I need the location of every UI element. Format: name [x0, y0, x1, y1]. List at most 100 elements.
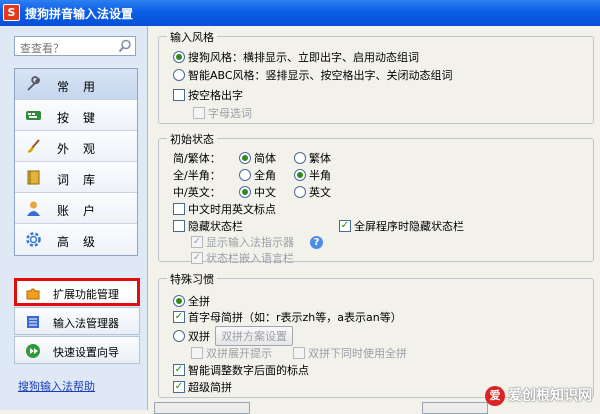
info-icon[interactable]: ? — [310, 235, 323, 249]
option-label: 全角 — [254, 169, 276, 182]
checkbox-embed-language-bar[interactable]: ✓ — [191, 252, 203, 264]
tool-label: 扩展功能管理 — [53, 288, 119, 301]
option-sogou-style[interactable]: 搜狗风格：横排显示、立即出字、启用动态组词 — [173, 49, 419, 65]
sidebar-item-dictionary[interactable]: 词库 — [15, 162, 137, 193]
option-label: 双拼展开提示 — [206, 347, 272, 360]
option-label: 状态栏嵌入语言栏 — [206, 252, 294, 265]
search-icon[interactable] — [118, 39, 132, 53]
option-label: 按空格出字 — [188, 89, 243, 102]
search-input[interactable]: 查查看？ — [14, 36, 136, 56]
bottom-button-left[interactable] — [154, 402, 250, 414]
space-output-option[interactable]: 按空格出字 — [173, 87, 243, 103]
watermark-text: 爱创根知识网 — [508, 388, 592, 404]
double-pinyin-option[interactable]: 双拼 双拼方案设置 — [173, 326, 293, 346]
checkbox-hide-fullscreen[interactable]: ✓ — [339, 220, 351, 232]
group-title: 特殊习惯 — [167, 271, 217, 287]
help-link[interactable]: 搜狗输入法帮助 — [18, 378, 95, 394]
tool-label: 快速设置向导 — [53, 346, 119, 359]
option-label: 智能ABC风格：竖排显示、按空格出字、关闭动态组词 — [188, 69, 453, 82]
checkbox-space-output[interactable] — [173, 89, 185, 101]
show-indicator-option[interactable]: ✓ 显示输入法指示器 ? — [191, 234, 323, 250]
sidebar-item-common[interactable]: 常用 — [15, 69, 137, 100]
double-pinyin-scheme-button[interactable]: 双拼方案设置 — [215, 326, 293, 346]
initial-abbrev-option[interactable]: ✓ 首字母简拼（如：r表示zh等，a表示an等） — [173, 309, 402, 325]
option-label: 首字母简拼（如：r表示zh等，a表示an等） — [188, 311, 402, 324]
extension-manager-button[interactable]: 扩展功能管理 — [14, 278, 140, 306]
radio-sogou-style[interactable] — [173, 51, 185, 63]
row-label: 简/繁体： — [173, 152, 221, 165]
option-label: 全拼 — [188, 295, 210, 308]
brush-icon — [27, 139, 40, 153]
sidebar-item-advanced[interactable]: 高级 — [15, 224, 137, 255]
double-with-full-option[interactable]: 双拼下同时使用全拼 — [293, 345, 407, 361]
option-label: 隐藏状态栏 — [188, 220, 243, 233]
row-label: 中/英文： — [173, 186, 221, 199]
sidebar-item-account[interactable]: 账户 — [15, 193, 137, 224]
radio-english[interactable] — [294, 186, 306, 198]
option-abc-style[interactable]: 智能ABC风格：竖排显示、按空格出字、关闭动态组词 — [173, 67, 453, 83]
setup-wizard-button[interactable]: 快速设置向导 — [14, 336, 140, 364]
radio-simplified[interactable] — [239, 152, 251, 164]
sidebar-item-label: 账户 — [57, 204, 110, 218]
tools-nav: 扩展功能管理 输入法管理器 快速设置向导 — [14, 278, 140, 365]
keyboard-icon — [26, 111, 41, 120]
sidebar-item-keys[interactable]: 按键 — [15, 100, 137, 131]
search-placeholder: 查查看？ — [20, 42, 64, 55]
radio-chinese[interactable] — [239, 186, 251, 198]
checkbox-smart-punct[interactable]: ✓ — [173, 364, 185, 376]
sidebar: 查查看？ 常用 按键 外观 词库 账户 高级 扩展功能管理 输入法管理器 快速设… — [0, 26, 148, 410]
radio-double-pinyin[interactable] — [173, 330, 185, 342]
super-abbrev-option[interactable]: ✓ 超级简拼 — [173, 379, 232, 395]
sidebar-item-appearance[interactable]: 外观 — [15, 131, 137, 162]
user-icon — [27, 201, 40, 216]
smart-punct-option[interactable]: ✓ 智能调整数字后面的标点 — [173, 362, 309, 378]
full-pinyin-option[interactable]: 全拼 — [173, 293, 210, 309]
row-label: 全/半角： — [173, 169, 221, 182]
checkbox-hide-status[interactable] — [173, 220, 185, 232]
special-habits-group: 特殊习惯 全拼 ✓ 首字母简拼（如：r表示zh等，a表示an等） 双拼 双拼方案… — [158, 271, 594, 398]
simp-trad-row: 简/繁体： 简体 繁体 — [173, 150, 331, 166]
group-title: 输入风格 — [167, 29, 217, 45]
language-row: 中/英文： 中文 英文 — [173, 184, 331, 200]
radio-full-width[interactable] — [239, 169, 251, 181]
checkbox-super-abbrev[interactable]: ✓ — [173, 381, 185, 393]
double-expand-hint-option[interactable]: 双拼展开提示 — [191, 345, 272, 361]
checkbox-double-expand-hint[interactable] — [191, 347, 203, 359]
book-icon — [27, 170, 40, 185]
hide-fullscreen-option[interactable]: ✓ 全屏程序时隐藏状态栏 — [339, 218, 464, 234]
cn-en-punct-option[interactable]: 中文时用英文标点 — [173, 201, 276, 217]
option-label: 超级简拼 — [188, 381, 232, 394]
title-bar[interactable]: S 搜狗拼音输入法设置 — [0, 0, 600, 26]
checkbox-show-indicator[interactable]: ✓ — [191, 236, 203, 248]
radio-full-pinyin[interactable] — [173, 295, 185, 307]
checkbox-initial-abbrev[interactable]: ✓ — [173, 311, 185, 323]
option-label: 繁体 — [309, 152, 331, 165]
bottom-button-right[interactable] — [422, 402, 488, 414]
checkbox-letter-select[interactable] — [193, 107, 205, 119]
checkbox-cn-en-punct[interactable] — [173, 203, 185, 215]
option-label: 搜狗风格：横排显示、立即出字、启用动态组词 — [188, 51, 419, 64]
group-title: 初始状态 — [167, 131, 217, 147]
option-label: 英文 — [309, 186, 331, 199]
radio-half-width[interactable] — [294, 169, 306, 181]
checkbox-double-with-full[interactable] — [293, 347, 305, 359]
option-label: 中文 — [254, 186, 276, 199]
sidebar-item-label: 外观 — [57, 142, 110, 156]
option-label: 双拼 — [188, 330, 210, 343]
watermark: 爱爱创根知识网 — [485, 385, 592, 406]
input-style-group: 输入风格 搜狗风格：横排显示、立即出字、启用动态组词 智能ABC风格：竖排显示、… — [158, 29, 594, 124]
embed-language-bar-option[interactable]: ✓ 状态栏嵌入语言栏 — [191, 250, 294, 266]
radio-traditional[interactable] — [294, 152, 306, 164]
hide-status-option[interactable]: 隐藏状态栏 — [173, 218, 243, 234]
window-title: 搜狗拼音输入法设置 — [25, 7, 134, 21]
radio-abc-style[interactable] — [173, 69, 185, 81]
settings-nav: 常用 按键 外观 词库 账户 高级 — [14, 68, 138, 256]
option-label: 中文时用英文标点 — [188, 203, 276, 216]
sogou-logo-icon: S — [3, 4, 20, 21]
ime-manager-button[interactable]: 输入法管理器 — [14, 307, 140, 335]
sidebar-item-label: 常用 — [57, 80, 110, 94]
letter-select-option[interactable]: 字母选词 — [193, 105, 252, 121]
sidebar-item-label: 高级 — [57, 235, 110, 249]
initial-state-group: 初始状态 简/繁体： 简体 繁体 全/半角： 全角 半角 中/英文： 中文 英文… — [158, 131, 594, 265]
option-label: 显示输入法指示器 — [206, 236, 294, 249]
